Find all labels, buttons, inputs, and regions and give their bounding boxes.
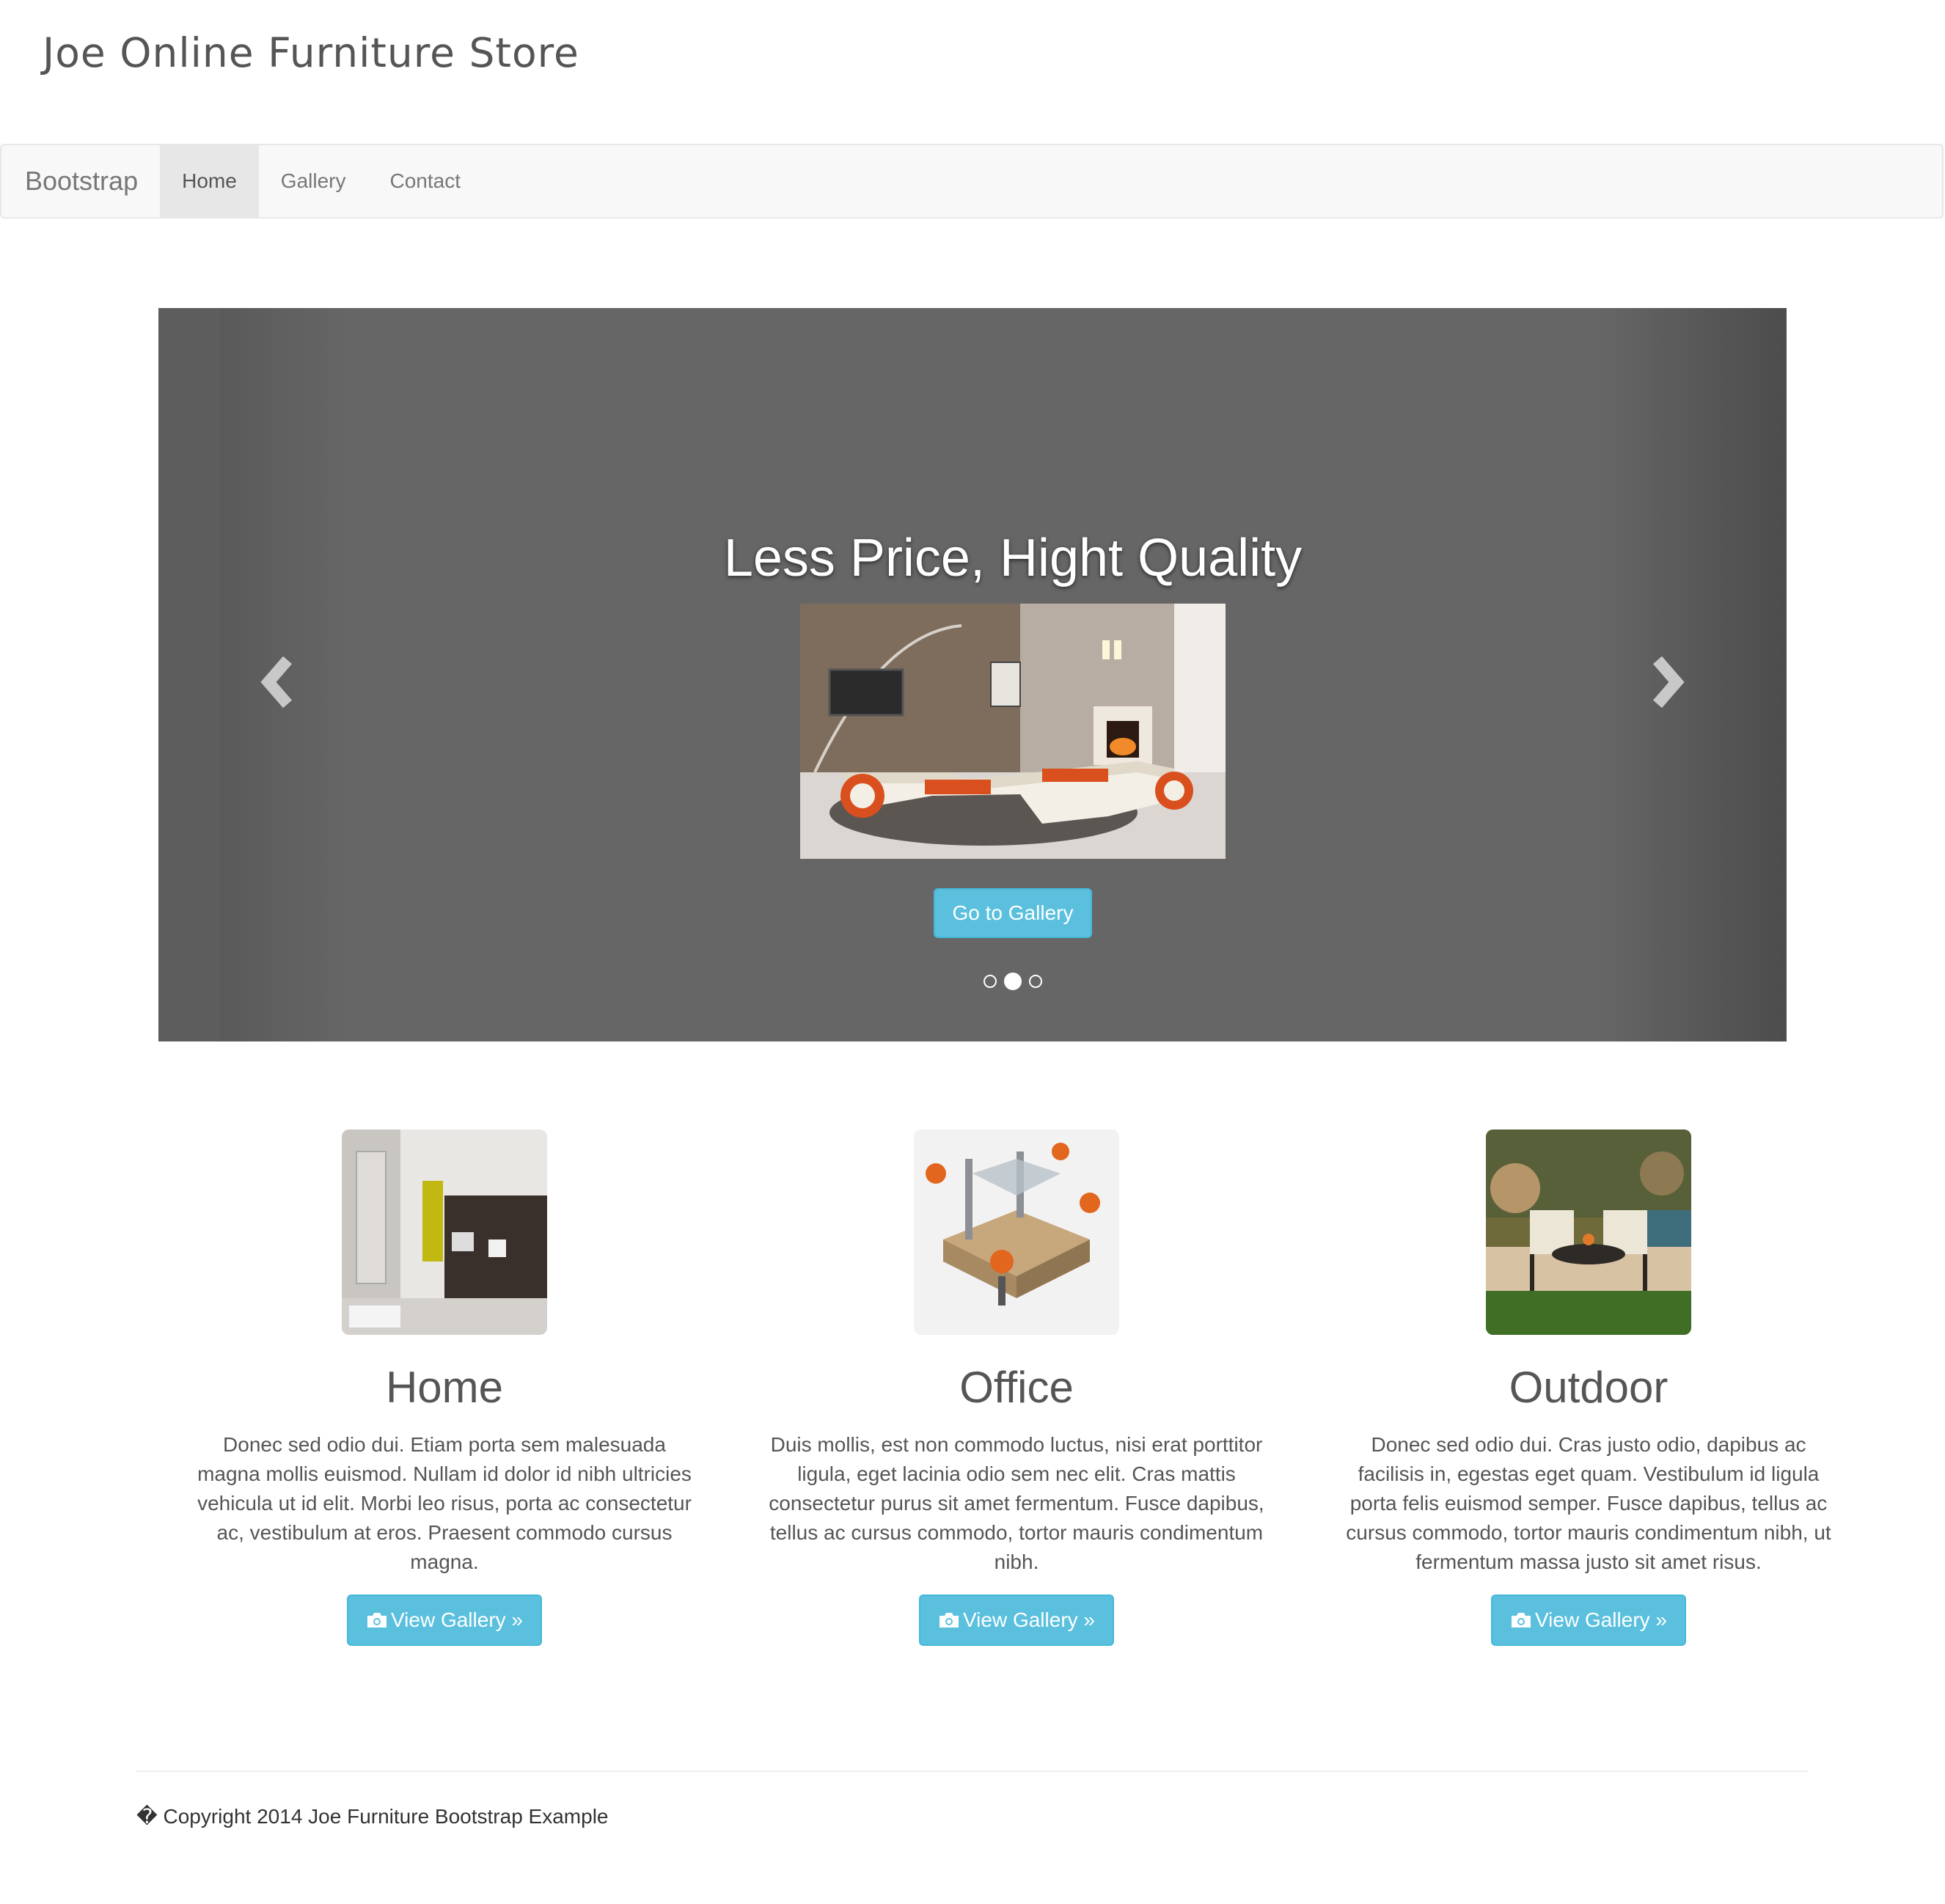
view-gallery-button[interactable]: View Gallery » [1490, 1594, 1686, 1646]
site-title: Joe Online Furniture Store [43, 29, 579, 76]
view-gallery-label: View Gallery » [1534, 1608, 1667, 1631]
navbar-brand[interactable]: Bootstrap [1, 145, 160, 217]
feature-title: Outdoor [1509, 1363, 1669, 1412]
view-gallery-label: View Gallery » [390, 1608, 523, 1631]
carousel-indicator-1[interactable] [984, 975, 997, 988]
living-room-photo [800, 603, 1226, 859]
feature-office: Office Duis mollis, est non commodo luct… [760, 1129, 1273, 1646]
carousel-indicator-3[interactable] [1029, 975, 1042, 988]
camera-icon [367, 1613, 387, 1627]
view-gallery-button[interactable]: View Gallery » [918, 1594, 1114, 1646]
view-gallery-label: View Gallery » [962, 1608, 1095, 1631]
footer-divider [136, 1771, 1809, 1772]
nav-item-home[interactable]: Home [160, 145, 259, 217]
feature-outdoor: Outdoor Donec sed odio dui. Cras justo o… [1332, 1129, 1845, 1646]
nav-item-gallery[interactable]: Gallery [259, 145, 368, 217]
camera-icon [1511, 1613, 1531, 1627]
carousel-caption: Less Price, Hight Quality Go to Gallery [158, 528, 1787, 938]
feature-text: Donec sed odio dui. Etiam porta sem male… [197, 1433, 692, 1573]
feature-text: Duis mollis, est non commodo luctus, nis… [769, 1433, 1264, 1573]
navbar: Bootstrap Home Gallery Contact [0, 144, 1944, 219]
view-gallery-button[interactable]: View Gallery » [346, 1594, 542, 1646]
footer-copyright: � Copyright 2014 Joe Furniture Bootstrap… [136, 1805, 609, 1828]
outdoor-furniture-photo [1486, 1129, 1691, 1335]
carousel-indicators [158, 973, 1787, 990]
go-to-gallery-button[interactable]: Go to Gallery [933, 887, 1093, 938]
carousel-indicator-2[interactable] [1004, 973, 1022, 990]
office-furniture-photo [914, 1129, 1119, 1335]
carousel-heading: Less Price, Hight Quality [723, 529, 1303, 587]
feature-title: Office [959, 1363, 1074, 1412]
nav-item-contact[interactable]: Contact [368, 145, 483, 217]
feature-text: Donec sed odio dui. Cras justo odio, dap… [1346, 1433, 1831, 1573]
home-furniture-photo [342, 1129, 547, 1335]
carousel: Less Price, Hight Quality Go to Gallery [158, 308, 1787, 1041]
camera-icon [939, 1613, 959, 1627]
feature-home: Home Donec sed odio dui. Etiam porta sem… [188, 1129, 701, 1646]
feature-title: Home [385, 1363, 504, 1412]
